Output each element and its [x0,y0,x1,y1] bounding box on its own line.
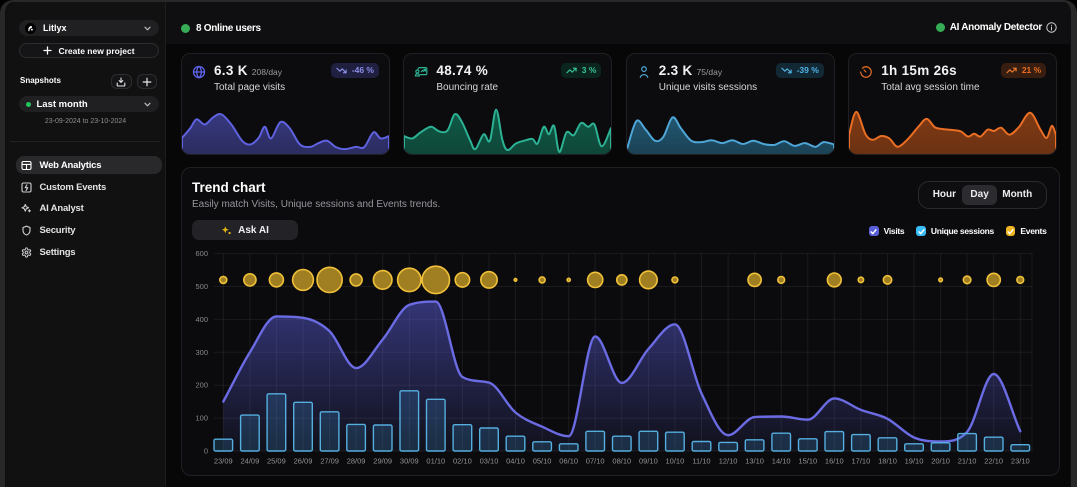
svg-text:17/10: 17/10 [852,457,871,466]
svg-text:09/10: 09/10 [639,457,658,466]
svg-text:0: 0 [204,447,208,456]
svg-text:05/10: 05/10 [533,457,552,466]
svg-text:400: 400 [195,315,208,324]
svg-text:600: 600 [195,249,208,258]
svg-text:04/10: 04/10 [506,457,525,466]
svg-text:08/10: 08/10 [612,457,631,466]
svg-text:07/10: 07/10 [586,457,605,466]
svg-text:10/10: 10/10 [666,457,685,466]
svg-text:28/09: 28/09 [347,457,366,466]
svg-text:18/10: 18/10 [878,457,897,466]
svg-text:06/10: 06/10 [559,457,578,466]
svg-text:01/10: 01/10 [426,457,445,466]
svg-text:29/09: 29/09 [373,457,392,466]
svg-text:26/09: 26/09 [294,457,313,466]
svg-text:25/09: 25/09 [267,457,286,466]
svg-text:15/10: 15/10 [798,457,817,466]
svg-text:23/10: 23/10 [1011,457,1030,466]
svg-text:11/10: 11/10 [692,457,710,466]
svg-text:23/09: 23/09 [214,457,233,466]
svg-text:21/10: 21/10 [958,457,977,466]
svg-text:24/09: 24/09 [241,457,260,466]
svg-text:200: 200 [195,381,208,390]
svg-text:03/10: 03/10 [480,457,499,466]
svg-text:500: 500 [195,282,208,291]
svg-text:30/09: 30/09 [400,457,419,466]
svg-text:20/10: 20/10 [931,457,950,466]
svg-text:13/10: 13/10 [745,457,764,466]
svg-text:12/10: 12/10 [719,457,738,466]
svg-text:300: 300 [195,348,208,357]
svg-text:14/10: 14/10 [772,457,791,466]
svg-text:100: 100 [195,414,208,423]
svg-text:27/09: 27/09 [320,457,339,466]
svg-text:19/10: 19/10 [905,457,924,466]
svg-text:16/10: 16/10 [825,457,844,466]
svg-text:22/10: 22/10 [984,457,1003,466]
svg-text:02/10: 02/10 [453,457,472,466]
